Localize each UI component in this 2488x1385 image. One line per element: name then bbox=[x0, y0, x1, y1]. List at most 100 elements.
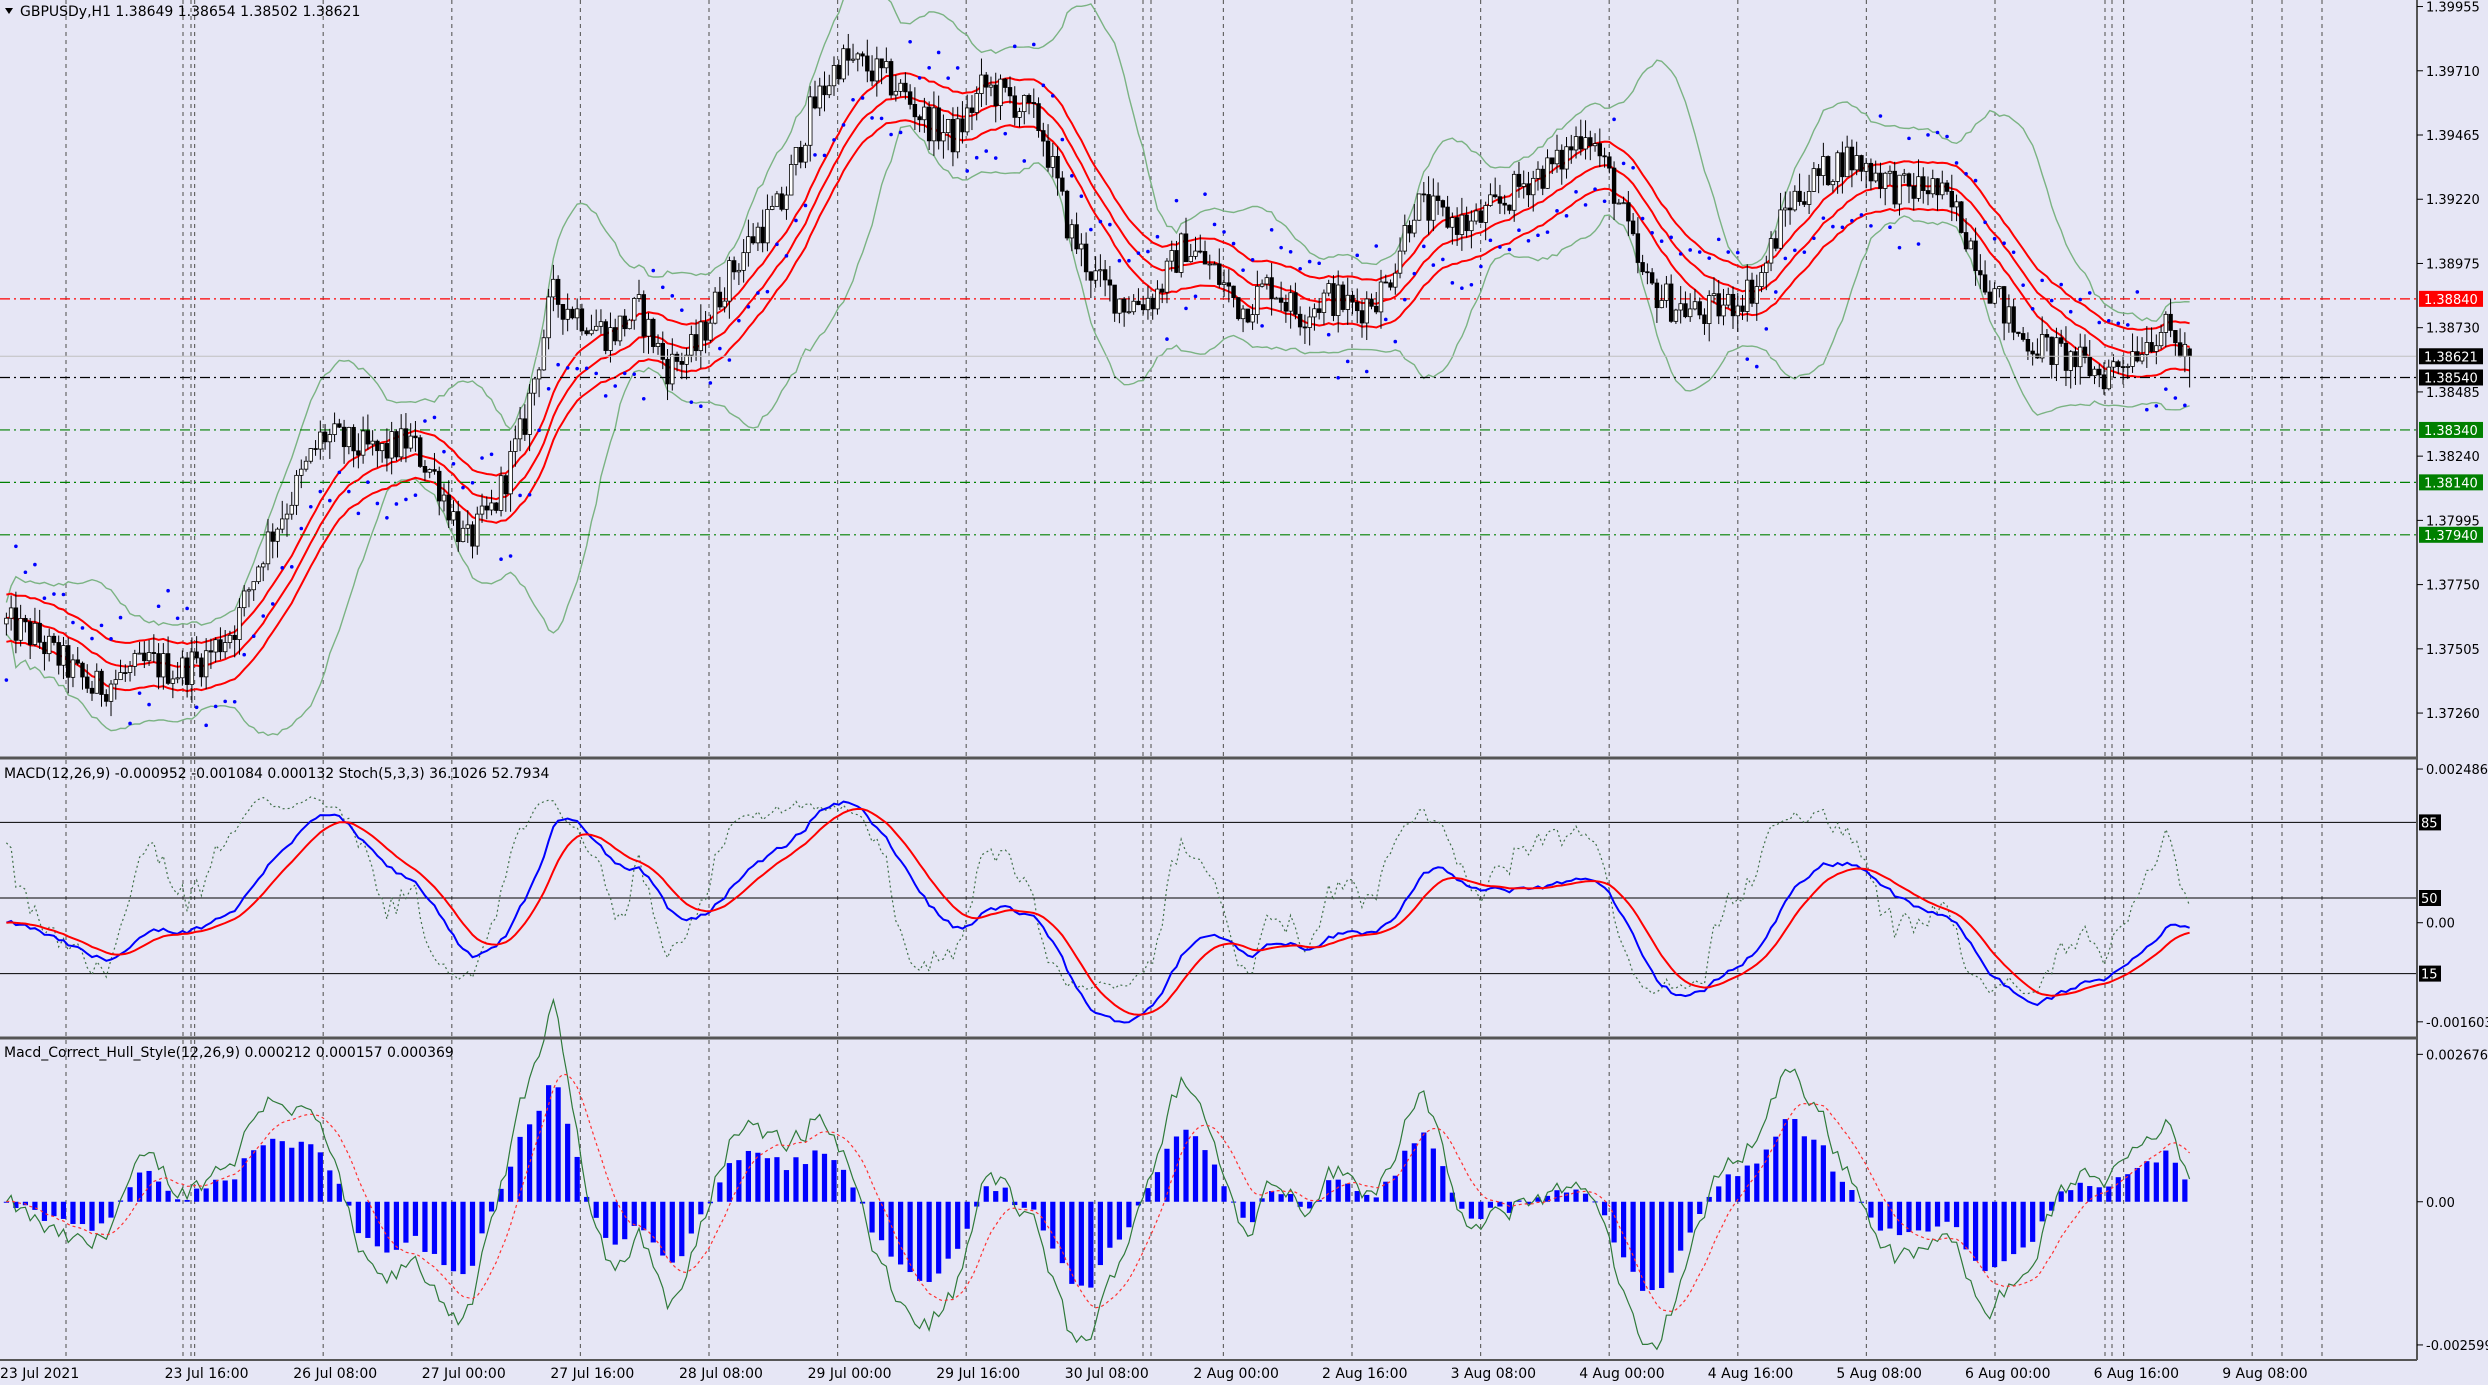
hull-histogram-bar[interactable] bbox=[298, 1141, 304, 1202]
hull-histogram-bar[interactable] bbox=[260, 1145, 266, 1202]
hull-histogram-bar[interactable] bbox=[469, 1201, 476, 1266]
hull-histogram-bar[interactable] bbox=[450, 1201, 457, 1272]
candle-body[interactable] bbox=[2101, 374, 2107, 390]
candle-body[interactable] bbox=[860, 53, 865, 57]
candle-body[interactable] bbox=[1012, 95, 1017, 118]
candle-body[interactable] bbox=[1768, 238, 1774, 264]
hull-histogram-bar[interactable] bbox=[1915, 1201, 1922, 1231]
candle-body[interactable] bbox=[308, 448, 314, 462]
candle-body[interactable] bbox=[593, 325, 599, 331]
candle-body[interactable] bbox=[2016, 331, 2021, 334]
hull-histogram-bar[interactable] bbox=[1678, 1201, 1684, 1251]
candle-body[interactable] bbox=[1355, 301, 1360, 312]
hull-histogram-bar[interactable] bbox=[251, 1150, 257, 1202]
candle-body[interactable] bbox=[1407, 225, 1412, 234]
hull-histogram-bar[interactable] bbox=[1221, 1186, 1227, 1202]
candle-body[interactable] bbox=[203, 650, 209, 678]
candle-body[interactable] bbox=[165, 653, 171, 684]
candle-body[interactable] bbox=[536, 369, 542, 380]
candle-body[interactable] bbox=[1531, 177, 1536, 196]
hull-histogram-bar[interactable] bbox=[1620, 1201, 1627, 1258]
candle-body[interactable] bbox=[142, 652, 147, 662]
hull-histogram-bar[interactable] bbox=[108, 1201, 114, 1218]
candle-body[interactable] bbox=[1811, 168, 1817, 192]
hull-histogram-bar[interactable] bbox=[1659, 1201, 1665, 1289]
hull-histogram-bar[interactable] bbox=[1649, 1201, 1655, 1291]
hull-histogram-bar[interactable] bbox=[679, 1201, 685, 1257]
trading-chart[interactable]: GBPUSDy,H1 1.38649 1.38654 1.38502 1.386… bbox=[0, 0, 2488, 1385]
candle-body[interactable] bbox=[2073, 351, 2078, 368]
hull-histogram-bar[interactable] bbox=[1497, 1201, 1503, 1207]
hull-histogram-bar[interactable] bbox=[1288, 1193, 1294, 1202]
candle-body[interactable] bbox=[2144, 342, 2150, 355]
hull-histogram-bar[interactable] bbox=[926, 1201, 932, 1282]
candle-body[interactable] bbox=[1369, 298, 1374, 307]
hull-histogram-bar[interactable] bbox=[698, 1201, 704, 1215]
candle-body[interactable] bbox=[1664, 283, 1669, 301]
candle-body[interactable] bbox=[408, 435, 413, 449]
candle-body[interactable] bbox=[1022, 95, 1027, 113]
candle-body[interactable] bbox=[2163, 313, 2169, 333]
candle-body[interactable] bbox=[398, 428, 404, 458]
candle-body[interactable] bbox=[1502, 202, 1507, 206]
hull-histogram-bar[interactable] bbox=[175, 1199, 181, 1202]
candle-body[interactable] bbox=[422, 466, 428, 473]
candle-body[interactable] bbox=[1402, 225, 1408, 252]
hull-histogram-bar[interactable] bbox=[526, 1124, 533, 1202]
candle-body[interactable] bbox=[246, 589, 252, 592]
candle-body[interactable] bbox=[1559, 149, 1564, 170]
candle-body[interactable] bbox=[655, 342, 661, 347]
candle-body[interactable] bbox=[237, 607, 242, 640]
candle-body[interactable] bbox=[1483, 205, 1488, 223]
candle-body[interactable] bbox=[955, 118, 960, 153]
candle-body[interactable] bbox=[574, 308, 580, 319]
hull-histogram-bar[interactable] bbox=[1716, 1186, 1722, 1202]
hull-histogram-bar[interactable] bbox=[517, 1136, 523, 1202]
candle-body[interactable] bbox=[926, 106, 932, 142]
hull-histogram-bar[interactable] bbox=[308, 1144, 314, 1202]
candle-body[interactable] bbox=[180, 657, 185, 679]
candle-body[interactable] bbox=[836, 65, 841, 80]
hull-histogram-bar[interactable] bbox=[374, 1201, 380, 1247]
hull-histogram-bar[interactable] bbox=[1183, 1129, 1189, 1202]
candle-body[interactable] bbox=[1478, 210, 1484, 223]
candle-body[interactable] bbox=[1045, 140, 1051, 168]
hull-histogram-bar[interactable] bbox=[1782, 1119, 1788, 1202]
hull-histogram-bar[interactable] bbox=[2134, 1167, 2140, 1202]
candle-body[interactable] bbox=[579, 308, 585, 332]
candle-body[interactable] bbox=[532, 378, 537, 394]
candle-body[interactable] bbox=[441, 494, 447, 502]
hull-histogram-bar[interactable] bbox=[1031, 1201, 1037, 1210]
candle-body[interactable] bbox=[1041, 130, 1046, 142]
candle-body[interactable] bbox=[194, 651, 199, 659]
hull-histogram-bar[interactable] bbox=[289, 1147, 295, 1202]
candle-body[interactable] bbox=[303, 460, 309, 470]
candle-body[interactable] bbox=[779, 193, 784, 210]
candle-body[interactable] bbox=[127, 665, 133, 673]
hull-histogram-bar[interactable] bbox=[1202, 1150, 1208, 1202]
candle-body[interactable] bbox=[284, 513, 290, 520]
candle-body[interactable] bbox=[613, 327, 618, 342]
candle-body[interactable] bbox=[1692, 301, 1698, 310]
candle-body[interactable] bbox=[665, 358, 670, 385]
candle-body[interactable] bbox=[1174, 250, 1179, 273]
hull-histogram-bar[interactable] bbox=[888, 1201, 894, 1257]
candle-body[interactable] bbox=[1840, 152, 1845, 178]
candle-body[interactable] bbox=[1954, 201, 1959, 208]
hull-histogram-bar[interactable] bbox=[1050, 1201, 1056, 1249]
hull-histogram-bar[interactable] bbox=[1364, 1194, 1370, 1202]
candle-body[interactable] bbox=[313, 448, 318, 450]
candle-body[interactable] bbox=[998, 78, 1003, 107]
candle-body[interactable] bbox=[1335, 284, 1341, 316]
candle-body[interactable] bbox=[1288, 292, 1293, 312]
hull-histogram-bar[interactable] bbox=[1411, 1143, 1417, 1202]
candle-body[interactable] bbox=[1469, 220, 1474, 232]
candle-body[interactable] bbox=[213, 639, 218, 653]
candle-body[interactable] bbox=[1340, 284, 1346, 310]
candle-body[interactable] bbox=[1611, 167, 1617, 204]
hull-histogram-bar[interactable] bbox=[1468, 1201, 1474, 1219]
hull-histogram-bar[interactable] bbox=[565, 1123, 571, 1202]
candle-body[interactable] bbox=[1697, 301, 1702, 316]
candle-body[interactable] bbox=[161, 653, 166, 678]
candle-body[interactable] bbox=[232, 634, 237, 640]
